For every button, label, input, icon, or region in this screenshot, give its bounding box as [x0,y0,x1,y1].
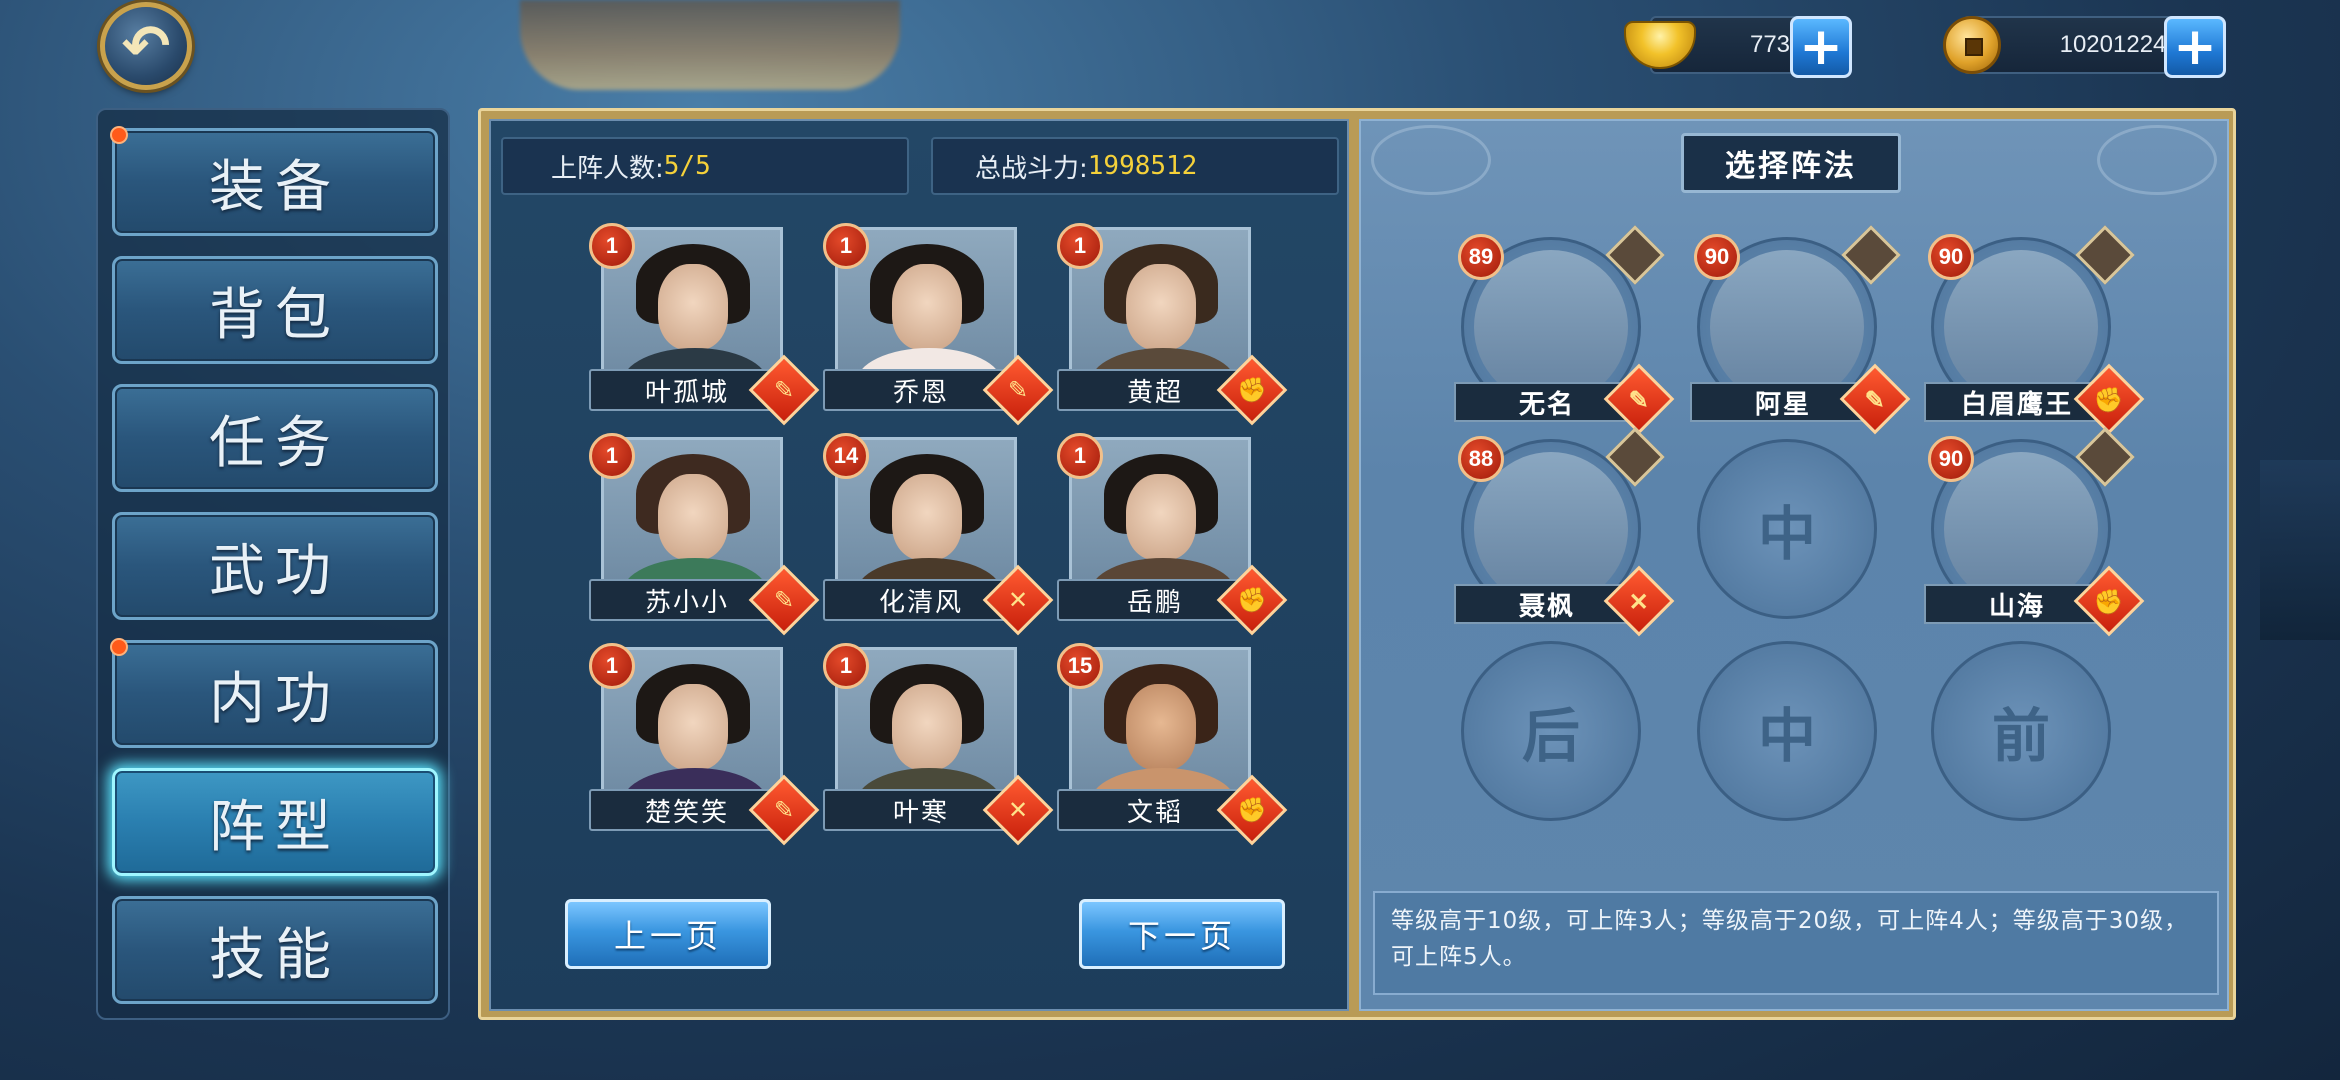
sword-class-icon: ✎ [1839,363,1911,435]
menu-label: 武功 [209,538,341,604]
plus-icon: + [1799,17,1843,77]
sword-class-icon: ✎ [1603,363,1675,435]
cloud-ornament [2097,125,2217,195]
level-badge: 90 [1928,234,1974,280]
empty-formation-slot[interactable]: 中 [1697,641,1877,821]
menu-inner-power[interactable]: 内功 [112,640,438,748]
add-coin-button[interactable]: + [2164,16,2226,78]
empty-formation-slot[interactable]: 中 [1697,439,1877,619]
cloud-ornament [1371,125,1491,195]
back-arrow-icon: ↶ [121,12,171,80]
level-badge: 1 [1057,433,1103,479]
empty-formation-slot[interactable]: 后 [1461,641,1641,821]
hero-card[interactable]: 1 苏小小 ✎ [589,433,820,647]
copper-coin-icon [1936,12,2008,78]
menu-tasks[interactable]: 任务 [112,384,438,492]
formation-slot[interactable]: 88 聂枫 ✕ [1454,427,1675,637]
menu-label: 技能 [209,922,341,988]
background-pavilion [520,0,900,90]
menu-martial-arts[interactable]: 武功 [112,512,438,620]
level-badge: 1 [823,643,869,689]
hero-card[interactable]: 15 文韬 ✊ [1057,643,1288,857]
fist-class-icon: ✊ [2073,565,2145,637]
level-badge: 1 [589,223,635,269]
plus-icon: + [2173,17,2217,77]
level-badge: 1 [1057,223,1103,269]
hero-card[interactable]: 1 乔恩 ✎ [823,223,1054,437]
formation-slot[interactable]: 90 白眉鹰王 ✊ [1924,225,2145,435]
formation-slot[interactable]: 90 阿星 ✎ [1690,225,1911,435]
menu-equipment[interactable]: 装备 [112,128,438,236]
menu-label: 背包 [209,282,341,348]
formation-frame: 上阵人数: 5/5 总战斗力: 1998512 1 叶孤城 ✎ 1 乔恩 ✎ 1 黄… [478,108,2236,1020]
level-badge: 14 [823,433,869,479]
add-gold-button[interactable]: + [1790,16,1852,78]
crossed-swords-class-icon: ✕ [1603,565,1675,637]
back-button[interactable]: ↶ [100,2,192,90]
menu-label: 装备 [209,154,341,220]
menu-label: 任务 [209,410,341,476]
pet-badge-icon [1605,225,1665,285]
fist-class-icon: ✊ [2073,363,2145,435]
level-badge: 90 [1694,234,1740,280]
formation-slot[interactable]: 89 无名 ✎ [1454,225,1675,435]
hero-card[interactable]: 14 化清风 ✕ [823,433,1054,647]
menu-label: 阵型 [209,794,341,860]
level-badge: 89 [1458,234,1504,280]
level-badge: 1 [823,223,869,269]
pet-badge-icon [1605,427,1665,487]
hero-card[interactable]: 1 楚笑笑 ✎ [589,643,820,857]
pet-badge-icon [1841,225,1901,285]
hero-card[interactable]: 1 黄超 ✊ [1057,223,1288,437]
pet-badge-icon [2075,427,2135,487]
level-badge: 90 [1928,436,1974,482]
coin-currency: 10201224 + [1943,16,2226,78]
hero-card[interactable]: 1 叶孤城 ✎ [589,223,820,437]
notification-dot [110,126,128,144]
level-badge: 15 [1057,643,1103,689]
empty-formation-slot[interactable]: 前 [1931,641,2111,821]
level-badge: 1 [589,433,635,479]
background-building [2260,460,2340,640]
pet-badge-icon [2075,225,2135,285]
level-badge: 1 [589,643,635,689]
deployed-count: 上阵人数: 5/5 [501,137,909,195]
hero-card[interactable]: 1 岳鹏 ✊ [1057,433,1288,647]
menu-formation[interactable]: 阵型 [112,768,438,876]
menu-backpack[interactable]: 背包 [112,256,438,364]
gold-ingot-icon [1624,12,1696,78]
formation-panel: 选择阵法 89 无名 ✎ 90 阿星 ✎ 90 白眉鹰王 ✊ 88 聂枫 ✕ 中… [1359,119,2229,1011]
notification-dot [110,638,128,656]
gold-currency: 773 + [1624,16,1852,78]
hero-list-panel: 上阵人数: 5/5 总战斗力: 1998512 1 叶孤城 ✎ 1 乔恩 ✎ 1 黄… [489,119,1349,1011]
menu-skills[interactable]: 技能 [112,896,438,1004]
next-page-button[interactable]: 下一页 [1079,899,1285,969]
hero-card[interactable]: 1 叶寒 ✕ [823,643,1054,857]
formation-tip: 等级高于10级，可上阵3人；等级高于20级，可上阵4人；等级高于30级，可上阵5… [1373,891,2219,995]
menu-label: 内功 [209,666,341,732]
level-badge: 88 [1458,436,1504,482]
prev-page-button[interactable]: 上一页 [565,899,771,969]
side-menu: 装备 背包 任务 武功 内功 阵型 技能 [96,108,450,1020]
formation-slot[interactable]: 90 山海 ✊ [1924,427,2145,637]
select-formation-button[interactable]: 选择阵法 [1681,133,1901,193]
total-power: 总战斗力: 1998512 [931,137,1339,195]
